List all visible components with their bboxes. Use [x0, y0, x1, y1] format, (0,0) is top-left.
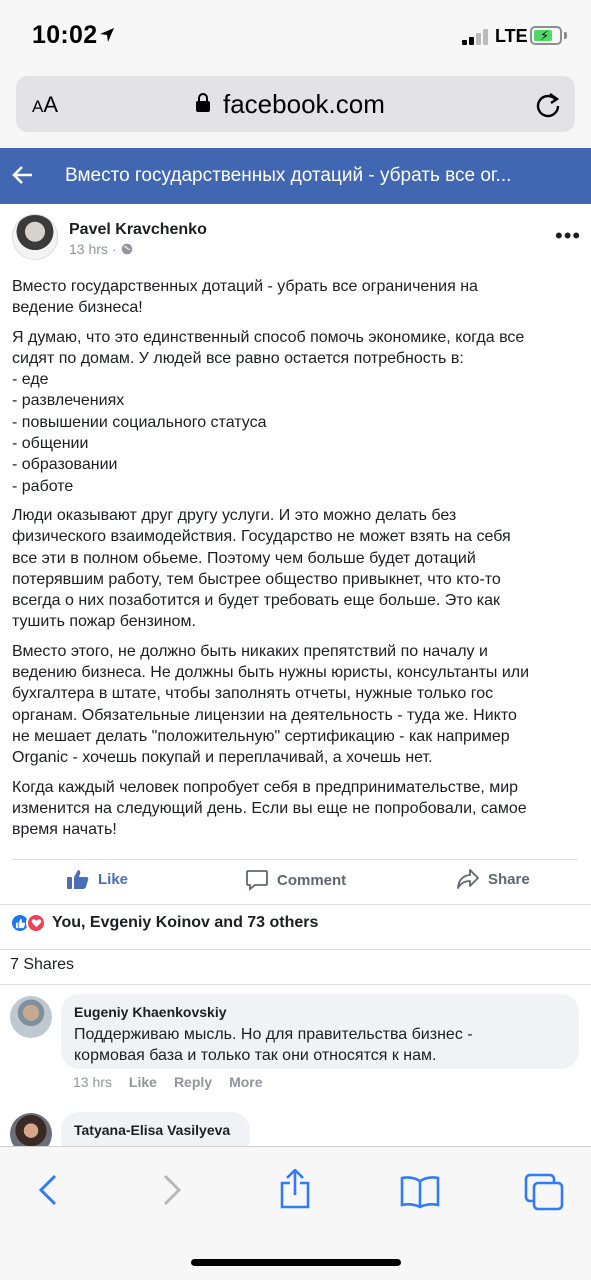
- post-line: все эти в полном обьеме. Поэтому чем бол…: [12, 549, 476, 567]
- browser-forward-icon[interactable]: [160, 1173, 184, 1207]
- post-line: физического взаимодействия. Государство …: [12, 528, 511, 546]
- post-line: Вместо этого, не должно быть никаких пре…: [12, 642, 488, 660]
- share-label: Share: [488, 870, 530, 888]
- commenter-name[interactable]: Eugeniy Khaenkovskiy: [74, 1004, 227, 1020]
- post-time[interactable]: 13 hrs: [69, 241, 108, 257]
- bookmarks-icon[interactable]: [400, 1175, 440, 1209]
- post-line: всегда о них позаботится и будет требова…: [12, 592, 501, 610]
- commenter-avatar[interactable]: [10, 996, 52, 1038]
- reactions-text: You, Evgeniy Koinov and 73 others: [52, 914, 319, 931]
- post-line: ведение бизнеса!: [12, 299, 143, 317]
- text-size-button[interactable]: AA: [32, 92, 58, 118]
- post-line: бухгалтера в штате, чтобы заполнять отче…: [12, 685, 494, 703]
- header-title: Вместо государственных дотаций - убрать …: [65, 165, 512, 186]
- post-line: - работе: [12, 477, 74, 495]
- post-line: ведению бизнеса. Не должны быть нужны юр…: [12, 664, 530, 682]
- share-arrow-icon: [457, 869, 479, 889]
- comment-like-button[interactable]: Like: [129, 1074, 157, 1090]
- post-line: - образовании: [12, 456, 118, 474]
- like-button[interactable]: Like: [66, 868, 128, 890]
- comment-line: Поддерживаю мысль. Но для правительства …: [74, 1026, 473, 1043]
- share-sheet-icon[interactable]: [278, 1169, 312, 1209]
- divider: [0, 904, 591, 905]
- post-line: - повышении социального статуса: [12, 413, 267, 431]
- divider: [0, 949, 591, 950]
- post-line: Вместо государственных дотаций - убрать …: [12, 278, 478, 295]
- post-line: изменится на следующий день. Если вы еще…: [12, 799, 527, 817]
- battery-tip: [564, 32, 567, 39]
- meta-separator: ·: [111, 241, 117, 257]
- post-line: - общении: [12, 435, 89, 453]
- post-paragraph: Вместо государственных дотаций - убрать …: [12, 276, 582, 319]
- reactions-summary[interactable]: You, Evgeniy Koinov and 73 others: [10, 913, 318, 933]
- network-type: LTE: [495, 26, 528, 46]
- home-indicator: [191, 1259, 401, 1266]
- post-paragraph: Когда каждый человек попробует себя в пр…: [12, 777, 582, 841]
- commenter-name[interactable]: Tatyana-Elisa Vasilyeva: [74, 1122, 230, 1138]
- shares-count[interactable]: 7 Shares: [10, 956, 74, 974]
- like-label: Like: [98, 870, 129, 888]
- post-line: органам. Обязательные лицензии на деятел…: [12, 706, 517, 724]
- lock-icon: [196, 93, 210, 112]
- comment-meta: 13 hrs Like Reply More: [73, 1074, 263, 1090]
- post-line: Люди оказывают друг другу услуги. И это …: [12, 506, 457, 524]
- cellular-signal-icon: [462, 29, 492, 45]
- author-avatar[interactable]: [12, 214, 58, 260]
- share-button[interactable]: Share: [456, 868, 530, 890]
- post-line: сидят по домам. У людей все равно остает…: [12, 349, 464, 367]
- location-arrow-icon: [100, 28, 114, 42]
- facebook-header-bar: Вместо государственных дотаций - убрать …: [0, 148, 591, 204]
- browser-chrome-top: 10:02 LTE ⚡ AA facebook.com: [0, 0, 591, 148]
- post-paragraph: Люди оказывают друг другу услуги. И это …: [12, 505, 582, 633]
- post-actions: Like Comment Share: [0, 868, 591, 902]
- globe-icon: [121, 243, 132, 255]
- comment-label: Comment: [277, 871, 347, 889]
- post-line: - еде: [12, 371, 49, 389]
- post-line: не мешает делать "положительную" сертифи…: [12, 727, 510, 745]
- post-paragraph: Я думаю, что это единственный способ пом…: [12, 327, 582, 497]
- post-options-icon[interactable]: •••: [555, 225, 581, 247]
- post-line: время начать!: [12, 821, 117, 839]
- browser-back-icon[interactable]: [36, 1173, 60, 1207]
- comment-line: кормовая база и только так они относятся…: [74, 1047, 437, 1064]
- post-meta: 13 hrs ·: [69, 241, 133, 257]
- post-author[interactable]: Pavel Kravchenko: [69, 221, 207, 239]
- post-line: - развлечениях: [12, 392, 125, 410]
- battery-icon: ⚡: [530, 26, 562, 45]
- comment-time: 13 hrs: [73, 1074, 112, 1090]
- comment-reply-button[interactable]: Reply: [174, 1074, 212, 1090]
- love-reaction-icon: [26, 913, 46, 933]
- tabs-icon[interactable]: [524, 1173, 564, 1211]
- post-body: Вместо государственных дотаций - убрать …: [12, 276, 582, 848]
- post-line: потерявшим работу, тем быстрее общество …: [12, 570, 501, 588]
- address-bar[interactable]: AA facebook.com: [16, 76, 575, 132]
- comment-more-button[interactable]: More: [229, 1074, 262, 1090]
- post-line: тушить пожар бензином.: [12, 613, 196, 631]
- url-text[interactable]: facebook.com: [223, 89, 385, 120]
- comment-text: Поддерживаю мысль. Но для правительства …: [74, 1024, 569, 1066]
- post-paragraph: Вместо этого, не должно быть никаких пре…: [12, 641, 582, 769]
- comment-bubble: Eugeniy Khaenkovskiy Поддерживаю мысль. …: [61, 994, 579, 1069]
- status-time: 10:02: [32, 21, 98, 49]
- reload-icon[interactable]: [534, 90, 562, 118]
- post-line: Organic - хочешь покупай и переплачивай,…: [12, 749, 433, 767]
- post-line: Я думаю, что это единственный способ пом…: [12, 328, 525, 346]
- divider: [12, 859, 578, 860]
- back-arrow-icon[interactable]: [12, 164, 34, 186]
- divider: [0, 984, 591, 985]
- comment-icon: [246, 870, 268, 891]
- post-line: Когда каждый человек попробует себя в пр…: [12, 778, 519, 796]
- thumbs-up-icon: [67, 870, 89, 889]
- comment-button[interactable]: Comment: [245, 868, 346, 892]
